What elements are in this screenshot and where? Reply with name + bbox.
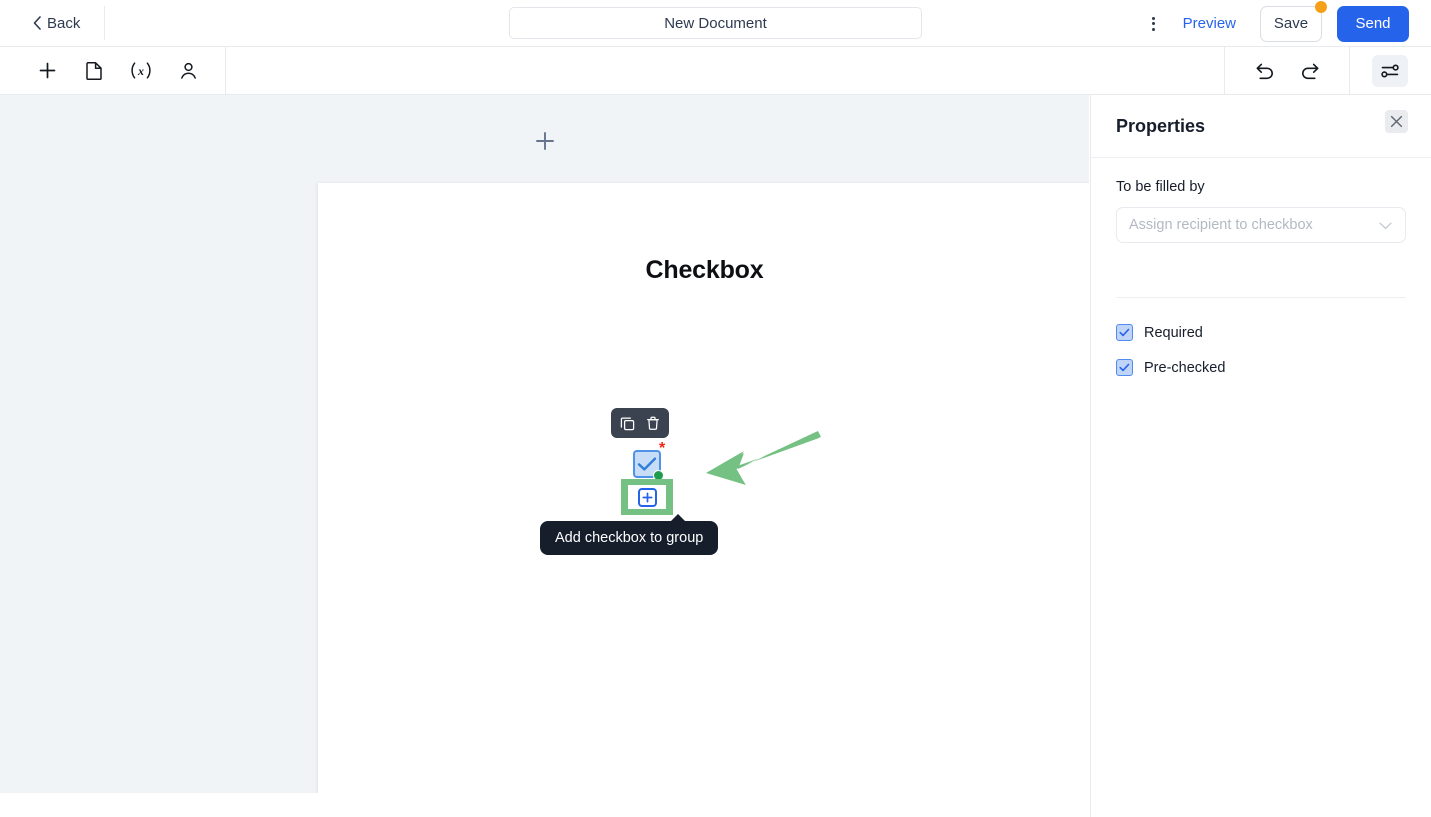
green-pointer-arrow: [706, 431, 821, 485]
close-icon: [1390, 115, 1403, 128]
kebab-dot: [1152, 22, 1156, 25]
app-root: Back New Document Preview Save Send x Ch…: [0, 0, 1431, 817]
add-checkbox-to-group-button[interactable]: [628, 485, 666, 509]
settings-wrapper: [1350, 54, 1431, 87]
unsaved-changes-dot: [1315, 0, 1327, 13]
variable-x-icon: x: [131, 62, 151, 79]
properties-panel: Properties To be filled by Assign recipi…: [1090, 95, 1431, 817]
duplicate-field-button[interactable]: [620, 415, 636, 431]
check-icon: [1119, 328, 1130, 337]
toolbar-divider: [104, 6, 106, 40]
properties-panel-header: Properties: [1091, 95, 1431, 158]
save-button-label: Save: [1273, 15, 1309, 32]
undo-icon: [1256, 63, 1273, 79]
option-pre-checked[interactable]: Pre-checked: [1116, 359, 1406, 376]
document-tool[interactable]: [77, 54, 111, 88]
recipient-tool[interactable]: [171, 54, 205, 88]
to-be-filled-by-label: To be filled by: [1116, 179, 1205, 195]
kebab-dot: [1152, 27, 1156, 31]
copy-icon: [620, 416, 635, 430]
top-bar: Back New Document Preview Save Send: [0, 0, 1431, 47]
add-checkbox-to-group-highlight: [621, 479, 673, 515]
more-vertical-icon[interactable]: [1139, 9, 1169, 39]
page-title: Checkbox: [645, 256, 764, 284]
check-icon: [637, 457, 657, 471]
history-and-settings-group: [1224, 47, 1431, 94]
plus-icon: [39, 62, 55, 79]
chevron-left-icon: [33, 16, 41, 30]
pre-checked-label: Pre-checked: [1144, 359, 1226, 376]
person-icon: [180, 62, 196, 79]
plus-icon: [641, 491, 653, 503]
document-icon: [85, 62, 102, 80]
required-checkbox[interactable]: [1116, 324, 1133, 341]
required-label: Required: [1144, 324, 1203, 341]
sliders-icon: [1381, 63, 1399, 77]
send-button[interactable]: Send: [1337, 5, 1409, 42]
toolbar-divider: [225, 47, 226, 94]
option-required[interactable]: Required: [1116, 324, 1406, 341]
close-panel-button[interactable]: [1385, 110, 1408, 133]
properties-toggle-button[interactable]: [1372, 54, 1408, 87]
required-asterisk: *: [659, 440, 666, 457]
svg-text:x: x: [137, 64, 144, 78]
back-button-label: Back: [47, 14, 81, 32]
save-button[interactable]: Save: [1260, 0, 1327, 42]
chevron-down-icon: [1379, 222, 1392, 230]
field-options-group: Required Pre-checked: [1116, 298, 1406, 376]
pre-checked-checkbox[interactable]: [1116, 359, 1133, 376]
plus-icon: [535, 132, 554, 150]
document-title-text: New Document: [664, 14, 767, 32]
add-to-group-tooltip: Add checkbox to group: [540, 521, 719, 555]
add-field-tool[interactable]: [30, 54, 64, 88]
trash-icon: [646, 416, 659, 430]
variable-tool[interactable]: x: [124, 54, 158, 88]
document-canvas: Checkbox * Add checkbox to group: [0, 95, 1089, 793]
recipient-select[interactable]: Assign recipient to checkbox: [1116, 207, 1406, 243]
properties-panel-title: Properties: [1116, 115, 1206, 136]
redo-button[interactable]: [1293, 54, 1327, 88]
field-tools-group: x: [30, 47, 205, 94]
kebab-dot: [1152, 16, 1156, 20]
redo-icon: [1301, 63, 1318, 79]
top-bar-actions: Preview Save Send: [1139, 0, 1409, 47]
check-icon: [1119, 363, 1130, 372]
delete-field-button[interactable]: [645, 415, 661, 431]
plus-square-icon[interactable]: [637, 487, 657, 507]
undo-button[interactable]: [1247, 54, 1281, 88]
back-button[interactable]: Back: [33, 15, 80, 32]
document-page[interactable]: Checkbox * Add checkbox to group: [318, 183, 1089, 793]
document-title-field[interactable]: New Document: [509, 7, 922, 39]
editor-toolbar: x: [0, 47, 1431, 95]
history-group: [1225, 54, 1349, 88]
preview-button[interactable]: Preview: [1183, 15, 1236, 32]
properties-panel-body: To be filled by Assign recipient to chec…: [1091, 158, 1431, 376]
field-mini-toolbar: [611, 408, 669, 438]
add-page-button[interactable]: [0, 130, 1089, 152]
recipient-select-placeholder: Assign recipient to checkbox: [1129, 217, 1313, 233]
canvas-bottom-gutter: [0, 793, 1089, 817]
